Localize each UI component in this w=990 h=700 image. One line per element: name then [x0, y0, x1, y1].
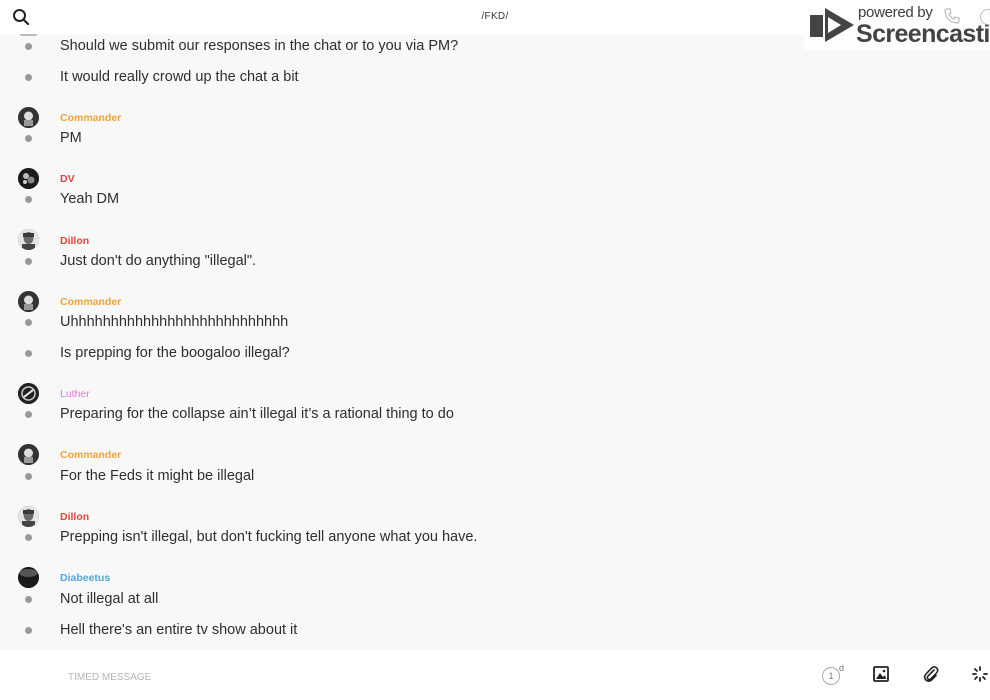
avatar[interactable]	[18, 444, 39, 465]
message-text: Prepping isn't illegal, but don't fuckin…	[60, 529, 478, 545]
message-text: For the Feds it might be illegal	[60, 468, 255, 484]
message-timer-button[interactable]: 1 d	[822, 663, 845, 685]
message-bullet	[25, 596, 32, 603]
paperclip-icon[interactable]	[923, 665, 939, 683]
avatar[interactable]	[18, 506, 39, 527]
phone-icon[interactable]	[944, 8, 960, 24]
sender-name[interactable]: Commander	[60, 296, 121, 308]
message-text: Not illegal at all	[60, 591, 159, 607]
sender-name[interactable]: Commander	[60, 112, 121, 124]
timer-value: 1	[822, 667, 840, 685]
message-bullet	[25, 319, 32, 326]
avatar[interactable]	[18, 168, 39, 189]
image-icon[interactable]	[873, 666, 889, 682]
message-bullet	[25, 627, 32, 634]
message-list[interactable]: Should we submit our responses in the ch…	[0, 0, 990, 650]
sender-name[interactable]: Dillon	[60, 235, 89, 247]
avatar[interactable]	[18, 229, 39, 250]
message-bullet	[25, 350, 32, 357]
message-input[interactable]	[66, 668, 770, 686]
message-bullet	[25, 473, 32, 480]
message-bullet	[25, 258, 32, 265]
screencastify-watermark: powered by Screencastify	[804, 0, 990, 50]
message-bullet	[25, 411, 32, 418]
message-text: Hell there's an entire tv show about it	[60, 622, 298, 638]
message-text: It would really crowd up the chat a bit	[60, 69, 299, 85]
avatar	[20, 34, 37, 36]
sender-name[interactable]: Luther	[60, 388, 90, 400]
timer-unit: d	[839, 663, 845, 673]
message-bullet	[25, 43, 32, 50]
message-text: Just don't do anything "illegal".	[60, 253, 257, 269]
avatar[interactable]	[18, 567, 39, 588]
sender-name[interactable]: Dillon	[60, 511, 89, 523]
avatar[interactable]	[18, 383, 39, 404]
watermark-powered-text: powered by	[858, 4, 933, 21]
avatar[interactable]	[18, 107, 39, 128]
watermark-brand-text: Screencastify	[856, 20, 990, 48]
message-text: Yeah DM	[60, 191, 120, 207]
message-bullet	[25, 196, 32, 203]
message-text: Preparing for the collapse ain’t illegal…	[60, 406, 454, 422]
screencastify-logo-icon	[810, 8, 854, 42]
sender-name[interactable]: DV	[60, 173, 75, 185]
message-bullet	[25, 74, 32, 81]
message-text: Uhhhhhhhhhhhhhhhhhhhhhhhhhhh	[60, 314, 289, 330]
message-bullet	[25, 534, 32, 541]
message-text: Should we submit our responses in the ch…	[60, 38, 459, 54]
sender-name[interactable]: Diabeetus	[60, 572, 110, 584]
message-text: PM	[60, 130, 82, 146]
avatar[interactable]	[18, 291, 39, 312]
message-text: Is prepping for the boogaloo illegal?	[60, 345, 290, 361]
spinner-icon[interactable]	[972, 666, 988, 682]
sender-name[interactable]: Commander	[60, 449, 121, 461]
info-icon[interactable]	[980, 9, 990, 25]
message-bullet	[25, 135, 32, 142]
